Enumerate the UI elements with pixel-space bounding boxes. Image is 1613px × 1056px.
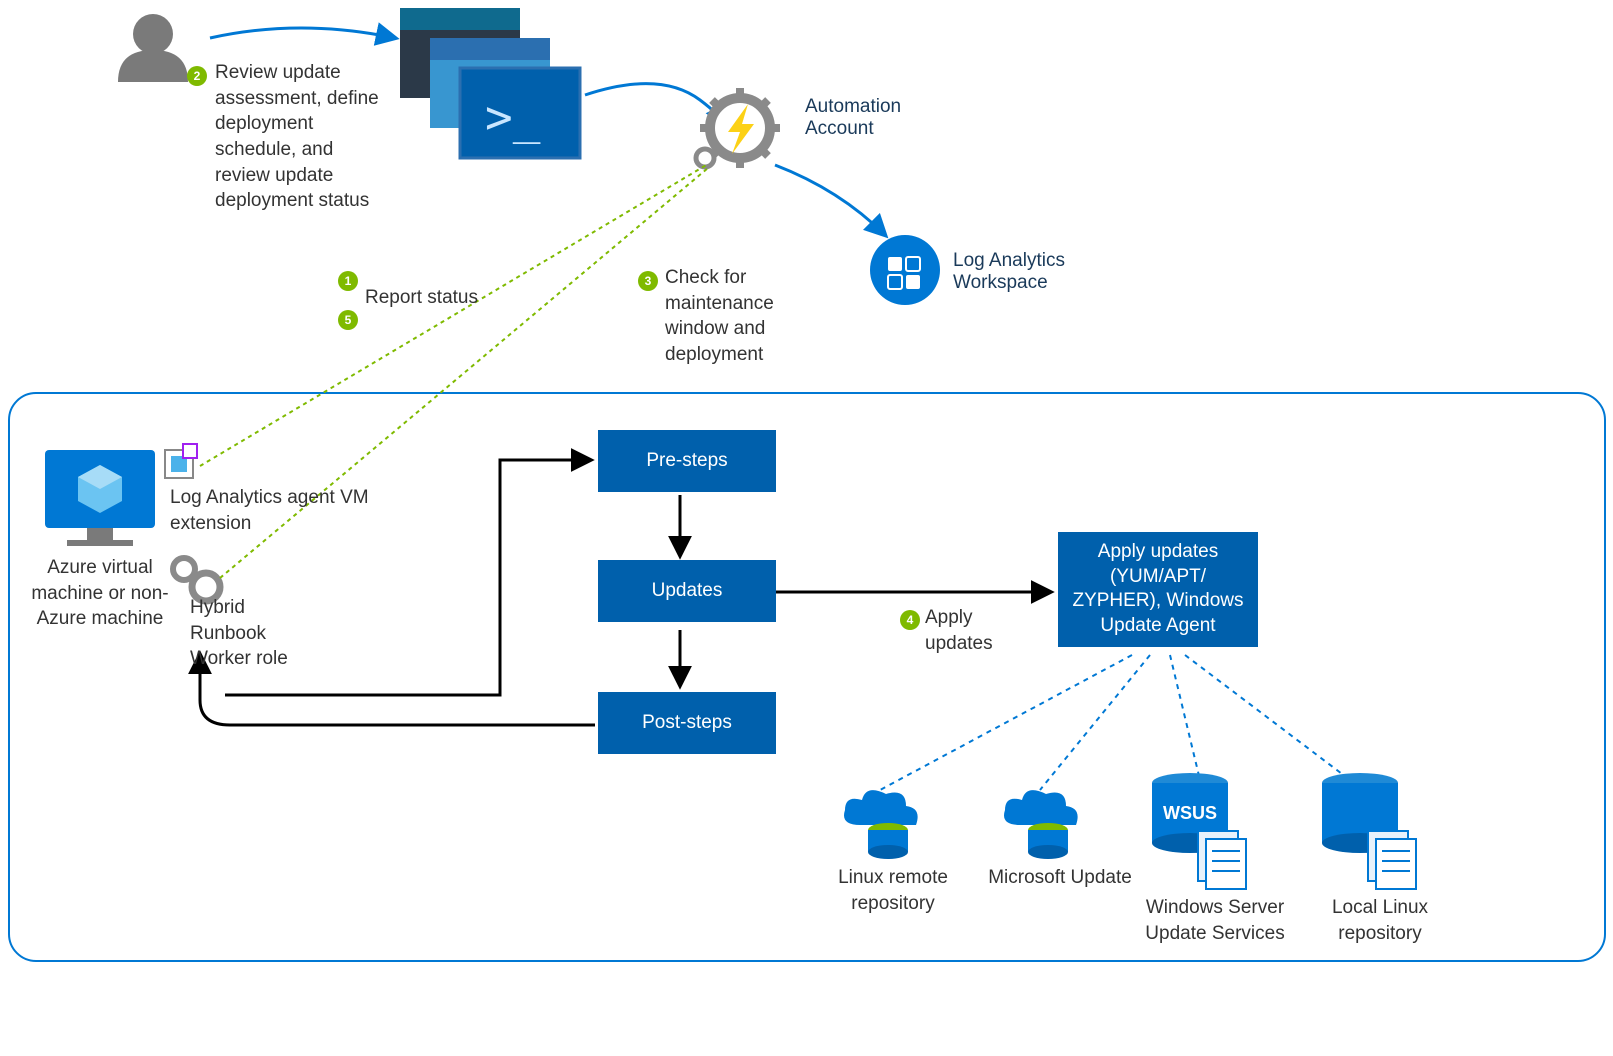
log-analytics-icon	[870, 235, 940, 305]
step-3-text: Check for maintenance window and deploym…	[665, 265, 815, 368]
user-icon	[118, 14, 188, 82]
step-4: 4	[900, 610, 920, 630]
automation-icon	[696, 88, 780, 168]
step-4-badge: 4	[900, 610, 920, 630]
ms-update-label: Microsoft Update	[975, 865, 1145, 891]
hybrid-label: Hybrid Runbook Worker role	[190, 595, 320, 672]
step-5: 5	[338, 310, 358, 330]
updates-box: Updates	[598, 560, 776, 622]
step-1: 1	[338, 271, 358, 291]
log-analytics-label: Log Analytics Workspace	[953, 250, 1113, 294]
wsus-label: Windows Server Update Services	[1125, 895, 1305, 946]
local-linux-label: Local Linux repository	[1310, 895, 1450, 946]
post-steps-box: Post-steps	[598, 692, 776, 754]
svg-text:>_: >_	[485, 90, 541, 144]
apply-updates-box: Apply updates (YUM/APT/ ZYPHER), Windows…	[1058, 532, 1258, 647]
step-2-text: Review update assessment, define deploym…	[215, 60, 380, 214]
la-agent-label: Log Analytics agent VM extension	[170, 485, 380, 536]
step-3-badge: 3	[638, 271, 658, 291]
linux-remote-label: Linux remote repository	[818, 865, 968, 916]
step-1-text: Report status	[365, 285, 525, 311]
step-3: 3	[638, 271, 658, 291]
step-2-badge: 2	[187, 66, 207, 86]
step-5-badge: 5	[338, 310, 358, 330]
vm-label: Azure virtual machine or non-Azure machi…	[30, 555, 170, 632]
machine-boundary-box	[8, 392, 1606, 962]
terminal-icon: >_	[400, 8, 580, 158]
step-1-badge: 1	[338, 271, 358, 291]
diagram-canvas: >_	[0, 0, 1613, 1056]
automation-label: Automation Account	[805, 96, 945, 140]
step-4-text: Apply updates	[925, 605, 1025, 656]
step-2: 2	[187, 66, 207, 86]
pre-steps-box: Pre-steps	[598, 430, 776, 492]
